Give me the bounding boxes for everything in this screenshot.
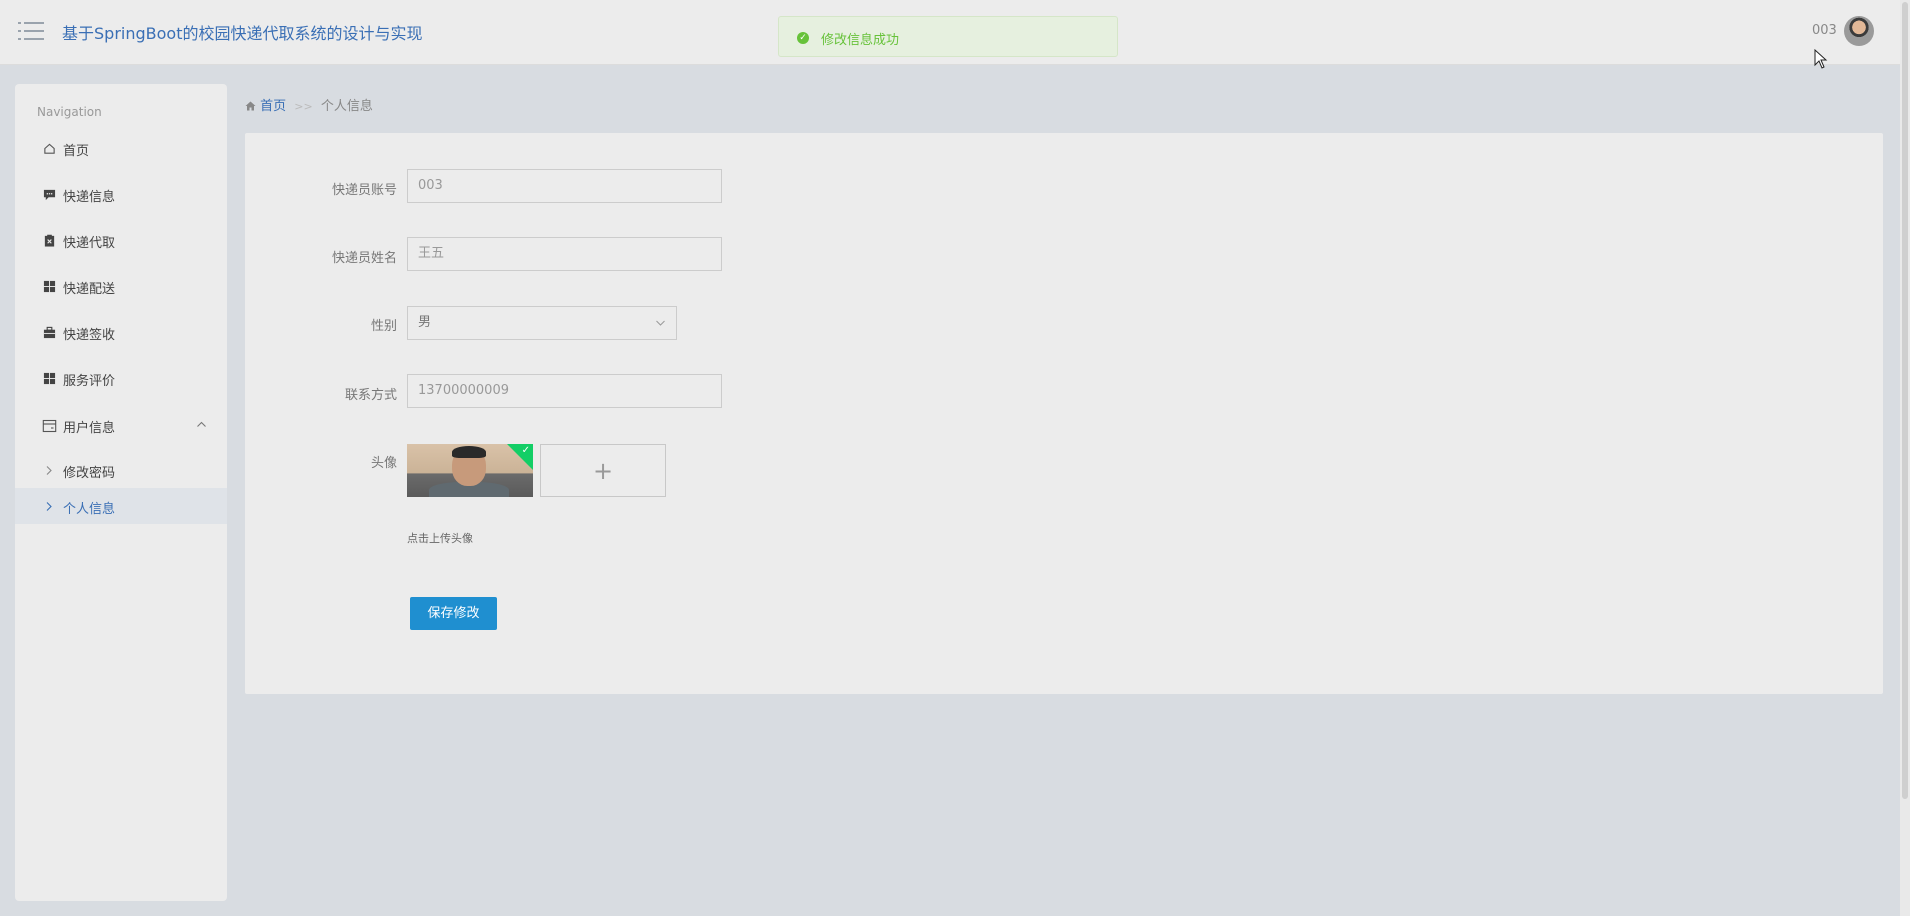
phone-input[interactable]: 13700000009 <box>407 374 722 408</box>
user-name[interactable]: 003 <box>1812 23 1837 38</box>
toast-message: 修改信息成功 <box>821 33 900 48</box>
mouse-cursor-icon <box>1814 49 1828 69</box>
success-toast: ✓ 修改信息成功 <box>778 16 1118 57</box>
sidebar-subitem-change-password[interactable]: 修改密码 <box>15 452 227 488</box>
sidebar-item-express-pickup[interactable]: 快递代取 <box>15 222 227 258</box>
grid-icon <box>43 372 56 385</box>
sidebar-item-label: 首页 <box>63 144 90 159</box>
breadcrumb: 首页 >> 个人信息 <box>245 95 373 114</box>
uploaded-avatar-image[interactable]: ✓ <box>407 444 533 497</box>
phone-label: 联系方式 <box>344 388 397 403</box>
sidebar-item-user-info[interactable]: 用户信息 <box>15 407 227 443</box>
briefcase-icon <box>43 326 56 339</box>
breadcrumb-current: 个人信息 <box>320 99 373 114</box>
top-header: 基于SpringBoot的校园快递代取系统的设计与实现 ✓ 修改信息成功 003 <box>0 0 1900 69</box>
chevron-down-icon <box>656 320 665 326</box>
chevron-right-icon <box>46 502 52 511</box>
upload-hint: 点击上传头像 <box>407 532 473 545</box>
check-icon: ✓ <box>521 445 530 456</box>
app-title: 基于SpringBoot的校园快递代取系统的设计与实现 <box>62 24 423 43</box>
home-icon <box>245 101 256 111</box>
clipboard-icon <box>44 234 55 247</box>
sidebar-item-express-signin[interactable]: 快递签收 <box>15 314 227 350</box>
avatar-label: 头像 <box>370 456 397 471</box>
sidebar-item-label: 快递签收 <box>63 328 116 343</box>
sidebar-item-home[interactable]: 首页 <box>15 130 227 166</box>
scrollbar-thumb[interactable] <box>1902 2 1908 799</box>
message-icon <box>43 189 56 201</box>
account-input[interactable]: 003 <box>407 169 722 203</box>
account-label: 快递员账号 <box>331 183 397 198</box>
plus-icon: + <box>592 457 614 485</box>
sidebar-item-label: 快递配送 <box>63 282 116 297</box>
sidebar-item-label: 快递信息 <box>63 190 116 205</box>
chevron-up-icon <box>197 421 206 427</box>
sidebar-item-label: 服务评价 <box>63 374 116 389</box>
gender-selected-value: 男 <box>418 315 432 330</box>
name-input[interactable]: 王五 <box>407 237 722 271</box>
chevron-right-icon <box>46 466 52 475</box>
nav-heading: Navigation <box>37 105 102 119</box>
gender-select[interactable]: 男 <box>407 306 677 340</box>
name-label: 快递员姓名 <box>331 251 397 266</box>
sidebar-item-express-info[interactable]: 快递信息 <box>15 176 227 212</box>
profile-form-panel: 快递员账号 003 快递员姓名 王五 性别 男 联系方式 13700000009… <box>245 133 1883 694</box>
sidebar-item-label: 用户信息 <box>63 421 116 436</box>
breadcrumb-separator: >> <box>294 100 313 113</box>
home-icon <box>44 143 55 154</box>
user-avatar[interactable] <box>1844 16 1874 46</box>
success-check-icon: ✓ <box>797 32 809 44</box>
page-scrollbar[interactable] <box>1900 0 1910 916</box>
sidebar-item-label: 快递代取 <box>63 236 116 251</box>
breadcrumb-home-link[interactable]: 首页 <box>260 99 286 114</box>
gender-label: 性别 <box>370 319 397 334</box>
grid-icon <box>43 280 56 293</box>
photo-hair <box>452 446 486 458</box>
avatar-upload-button[interactable]: + <box>540 444 666 497</box>
sidebar-subitem-personal-info[interactable]: 个人信息 <box>15 488 227 524</box>
sidebar-item-express-delivery[interactable]: 快递配送 <box>15 268 227 304</box>
sidebar-subitem-label: 个人信息 <box>63 502 116 517</box>
save-button[interactable]: 保存修改 <box>410 597 497 630</box>
sidebar-item-service-review[interactable]: 服务评价 <box>15 360 227 396</box>
wallet-icon <box>42 419 57 433</box>
sidebar-subitem-label: 修改密码 <box>63 466 116 481</box>
menu-toggle-icon[interactable] <box>18 20 44 42</box>
sidebar: Navigation 首页 快递信息 快递代取 快递配送 快递签收 服务评价 用… <box>15 84 227 901</box>
